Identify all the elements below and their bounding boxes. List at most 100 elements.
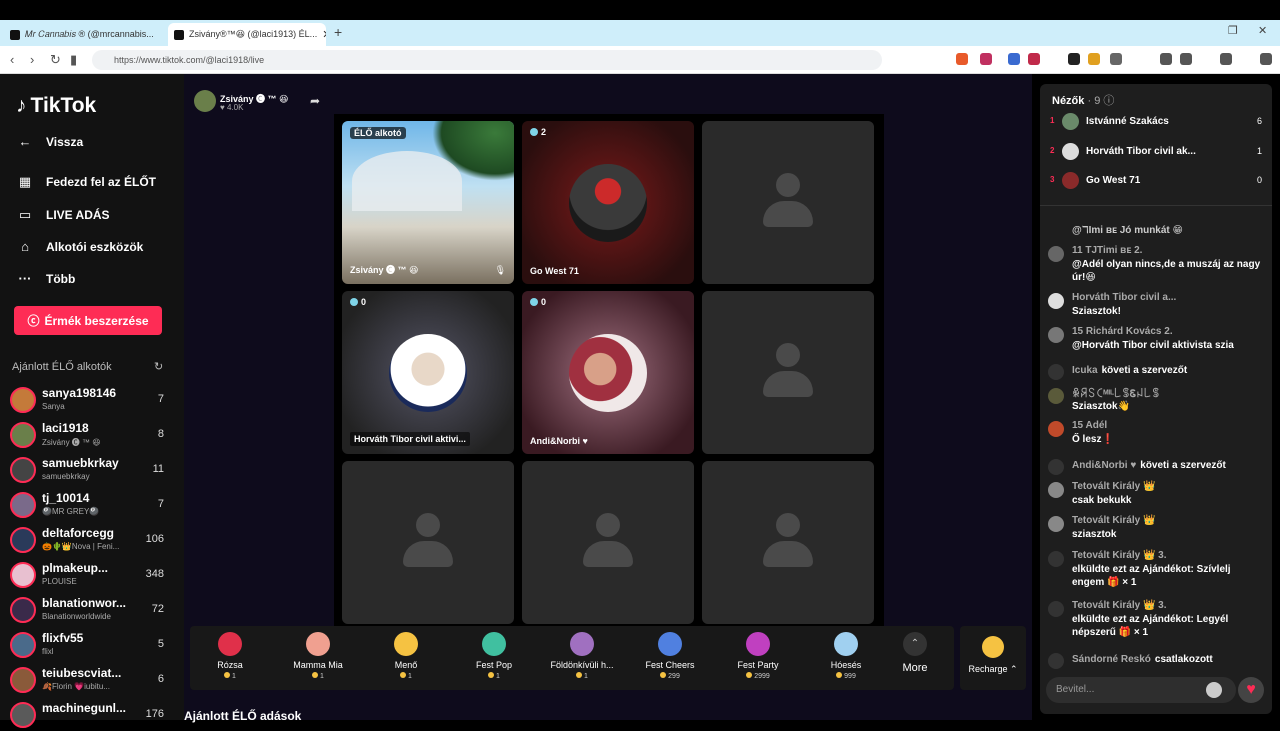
like-heart-button[interactable]: ♥ <box>1238 677 1264 703</box>
avatar <box>10 527 36 553</box>
coin-icon <box>312 672 319 678</box>
back-arrow-icon: ← <box>18 134 32 149</box>
empty-seat-user-icon <box>583 513 633 573</box>
follow-icon <box>1048 364 1064 380</box>
live-creator-badge: ÉLŐ alkotó <box>350 127 406 139</box>
extension-icon[interactable] <box>980 53 992 65</box>
share-icon[interactable]: ➦ <box>310 94 320 108</box>
host-avatar[interactable] <box>194 90 216 112</box>
top-viewer[interactable]: 2 Horváth Tibor civil ak... 1 <box>1050 142 1262 162</box>
gift-item[interactable]: Fest Party 2999 <box>718 632 798 688</box>
empty-seat[interactable] <box>702 291 874 454</box>
viewer-count: 0 <box>530 297 546 307</box>
browser-tab[interactable]: 𝑀𝑟 𝐶𝑎𝑛𝑛𝑎𝑏𝑖𝑠 ® (@mrcannabis... <box>4 23 162 46</box>
guest-tile[interactable]: 0 Andi&Norbi ♥ <box>522 291 694 454</box>
extension-icon[interactable] <box>1088 53 1100 65</box>
creator-item[interactable]: laci1918 Zsivány 🅒 ™ 😆 8 <box>10 419 174 451</box>
creator-item[interactable]: sanya198146 Sanya 7 <box>10 384 174 416</box>
gift-item[interactable]: Fest Pop 1 <box>454 632 534 688</box>
recharge-button[interactable]: Recharge ⌃ <box>960 626 1026 690</box>
live-main-area: Zsivány 🅒 ™ 😆 ♥ 4.0K ➦ ÉLŐ alkotó Zsiván… <box>184 74 1032 723</box>
nav-live-studio[interactable]: ▭ LIVE ADÁS <box>16 207 110 223</box>
nav-more[interactable]: ··· Több <box>16 271 76 286</box>
forward-icon[interactable]: › <box>30 52 34 67</box>
viewer-icon <box>350 298 358 306</box>
guest-tile[interactable]: 0 Horváth Tibor civil aktivi... <box>342 291 514 454</box>
extension-icon[interactable] <box>1068 53 1080 65</box>
guest-tile[interactable]: 2 Go West 71 <box>522 121 694 284</box>
viewer-count: 2 <box>530 127 546 137</box>
gift-item[interactable]: Fest Cheers 299 <box>630 632 710 688</box>
menu-icon[interactable] <box>1260 53 1272 65</box>
viewers-header[interactable]: Nézők · 9 ⓘ <box>1052 92 1114 108</box>
emoji-icon[interactable] <box>1206 682 1222 698</box>
fest-cheers-gift-icon <box>658 632 682 656</box>
avatar <box>10 562 36 588</box>
url-field[interactable]: https://www.tiktok.com/@laci1918/live <box>92 50 882 70</box>
creator-item[interactable]: tj_10014 🎱MR GREY🎱 7 <box>10 489 174 521</box>
gift-item[interactable]: Mamma Mia 1 <box>278 632 358 688</box>
nav-back[interactable]: ← Vissza <box>16 134 84 149</box>
recommended-lives-title: Ajánlott ÉLŐ adások <box>184 709 302 723</box>
translate-icon[interactable] <box>1008 53 1020 65</box>
gift-icon <box>1048 601 1064 617</box>
creator-item[interactable]: plmakeup... PLOUISE 348 <box>10 559 174 591</box>
mamma-mia-gift-icon <box>306 632 330 656</box>
cool-gift-icon <box>394 632 418 656</box>
gift-item[interactable]: Menő 1 <box>366 632 446 688</box>
os-top-bar <box>0 0 1280 20</box>
creator-item[interactable]: deltaforcegg 🎃🌵👑Nova | Feni... 106 <box>10 524 174 556</box>
browser-tab-active[interactable]: Zsivány®™😆 (@laci1913) ÉL... ✕ <box>168 23 326 46</box>
restore-window-icon[interactable]: ❐ <box>1228 24 1238 37</box>
empty-seat[interactable] <box>522 461 694 624</box>
extension-icon[interactable] <box>1028 53 1040 65</box>
brave-shield-icon[interactable] <box>956 53 968 65</box>
coin-icon <box>488 672 495 678</box>
top-viewer[interactable]: 3 Go West 71 0 <box>1050 171 1262 191</box>
new-tab-button[interactable]: + <box>334 24 342 40</box>
tiktok-favicon-icon <box>174 29 184 40</box>
reload-icon[interactable]: ↻ <box>50 52 61 68</box>
get-coins-button[interactable]: ⓒ Érmék beszerzése <box>14 306 162 335</box>
back-icon[interactable]: ‹ <box>10 52 14 67</box>
coin-icon <box>746 672 753 678</box>
guest-tile[interactable]: ÉLŐ alkotó Zsivány 🅒 ™ 😆 🎙 <box>342 121 514 284</box>
avatar <box>1062 143 1079 160</box>
close-tab-icon[interactable]: ✕ <box>322 28 326 41</box>
divider <box>1040 205 1272 206</box>
guest-avatar <box>569 164 647 242</box>
gift-icon <box>1048 551 1064 567</box>
nav-creator-tools[interactable]: ⌂ Alkotói eszközök <box>16 239 143 254</box>
creator-item[interactable]: machinegunl... 176 <box>10 699 174 731</box>
gift-item[interactable]: Rózsa 1 <box>190 632 270 688</box>
coin-icon: ⓒ <box>27 314 40 328</box>
empty-seat[interactable] <box>702 461 874 624</box>
recommended-creators-title: Ajánlott ÉLŐ alkotók <box>12 361 112 373</box>
viewer-icon <box>530 128 538 136</box>
creator-item[interactable]: samuebkrkay samuebkrkay 11 <box>10 454 174 486</box>
empty-seat[interactable] <box>342 461 514 624</box>
puzzle-icon[interactable] <box>1110 53 1122 65</box>
coin-icon <box>224 672 231 678</box>
guest-avatar <box>389 334 467 412</box>
gift-item[interactable]: Földönkívüli h... 1 <box>542 632 622 688</box>
tiktok-logo[interactable]: ♪ TikTok <box>16 94 96 118</box>
sidebar-icon[interactable] <box>1180 53 1192 65</box>
more-gifts-button[interactable]: ⌃ More <box>880 632 950 688</box>
creator-item[interactable]: teiubescviat... 🍂Florin 💗iubitu... 6 <box>10 664 174 696</box>
follow-icon <box>1048 459 1064 475</box>
avatar <box>1048 246 1064 262</box>
nav-explore-live[interactable]: ▦ Fedezd fel az ÉLŐT <box>16 174 156 190</box>
refresh-icon[interactable]: ↻ <box>154 360 163 373</box>
empty-seat[interactable] <box>702 121 874 284</box>
top-viewer[interactable]: 1 Istvánné Szakács 6 <box>1050 112 1262 132</box>
creator-item[interactable]: blanationwor... Blanationworldwide 72 <box>10 594 174 626</box>
close-window-icon[interactable]: ✕ <box>1258 24 1267 37</box>
viewer-icon <box>530 298 538 306</box>
gift-item[interactable]: Hóesés 999 <box>806 632 886 688</box>
chat-panel: Nézők · 9 ⓘ 1 Istvánné Szakács 6 2 Horvá… <box>1040 84 1272 714</box>
extension-icon[interactable] <box>1220 53 1232 65</box>
music-icon[interactable] <box>1160 53 1172 65</box>
bookmark-icon[interactable]: ▮ <box>70 52 77 68</box>
creator-item[interactable]: flixfv55 flixl 5 <box>10 629 174 661</box>
